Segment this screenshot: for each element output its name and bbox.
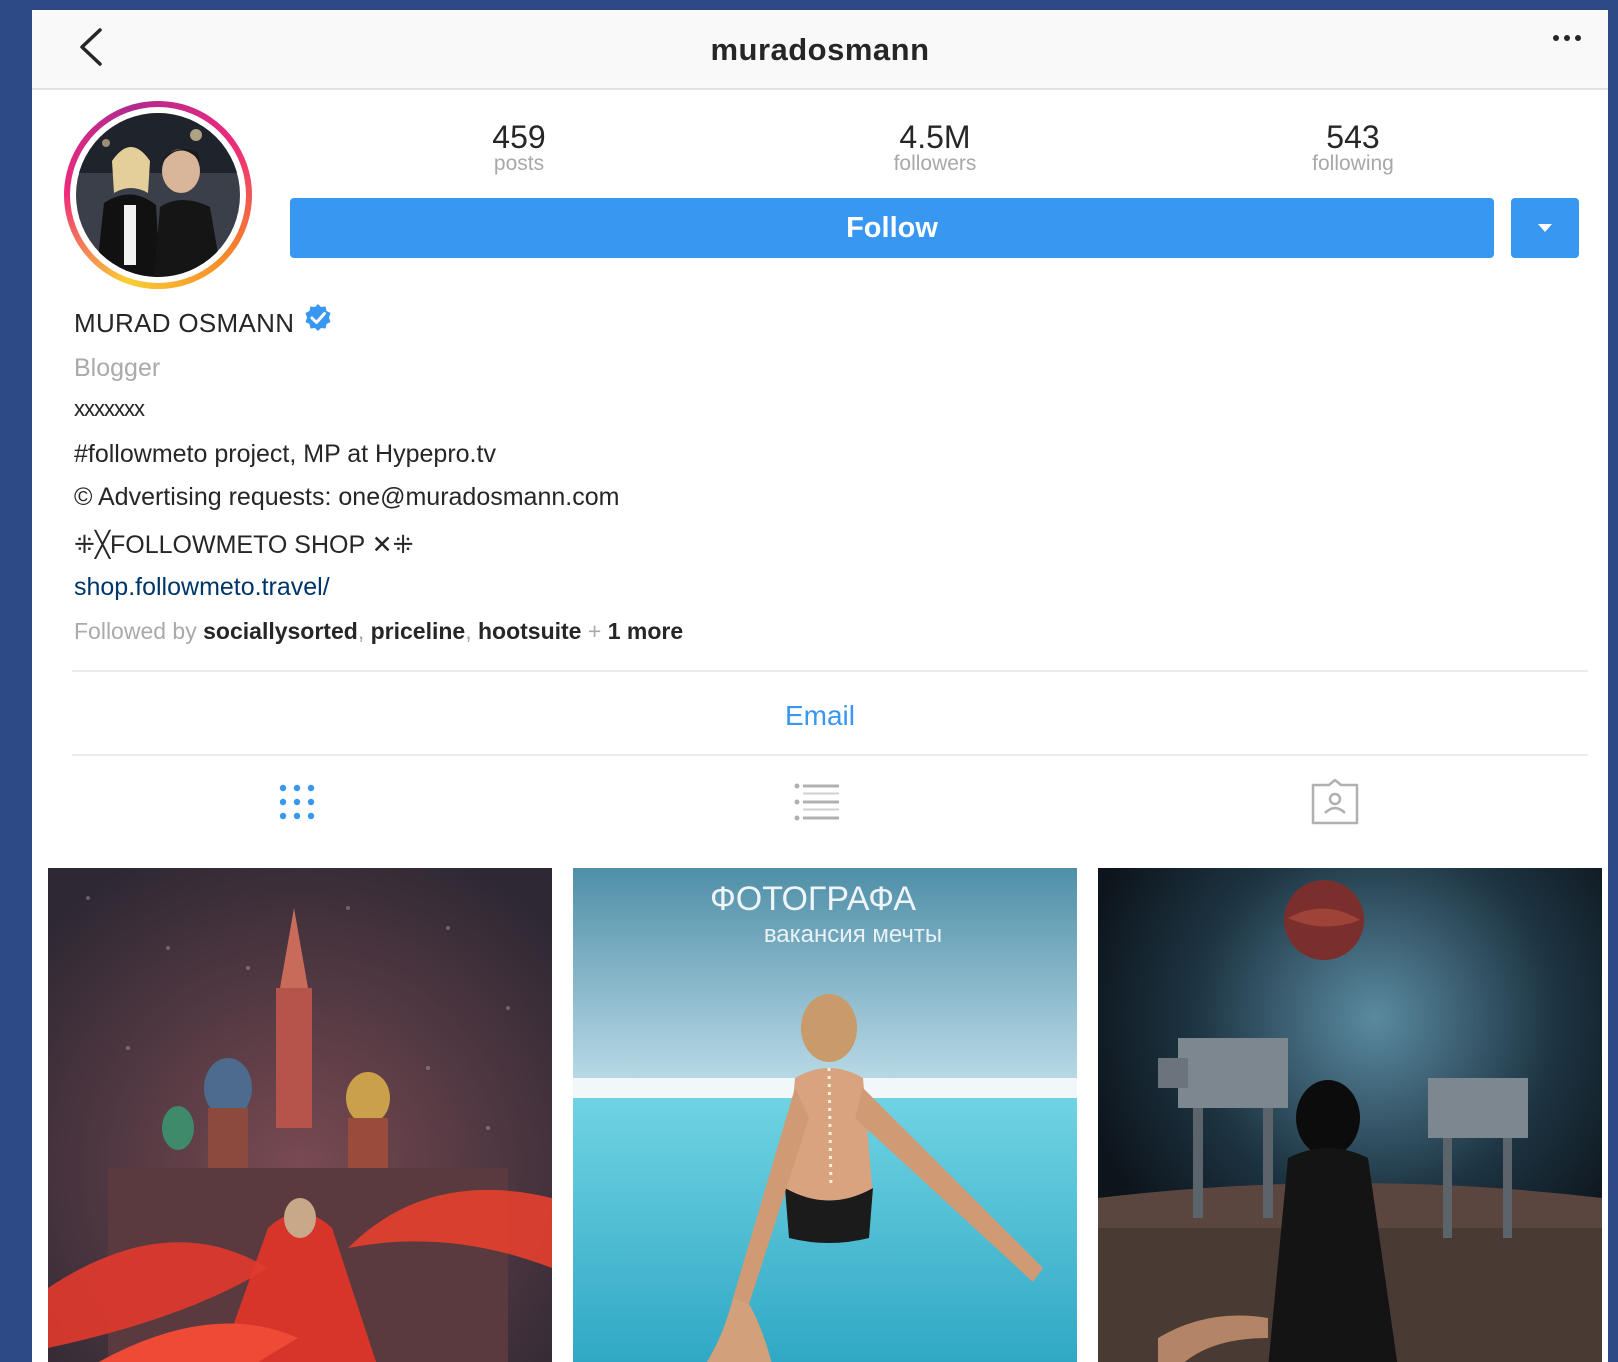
- bio-line: #followmeto project, MP at Hypepro.tv: [74, 440, 496, 468]
- page-title: muradosmann: [710, 32, 930, 67]
- follower-link[interactable]: sociallysorted: [203, 618, 358, 644]
- following-stat[interactable]: 543 following: [1253, 120, 1453, 174]
- bio-line: xxxxxxx: [74, 396, 145, 421]
- bio-line: © Advertising requests: one@muradosmann.…: [74, 483, 620, 511]
- following-label: following: [1312, 152, 1394, 175]
- tagged-user-icon: [1311, 779, 1359, 825]
- list-icon: [794, 783, 839, 821]
- bio-line: ⁜╳FOLLOWMETO SHOP ✕⁜: [74, 531, 414, 559]
- divider: [72, 670, 1588, 672]
- post-thumbnail[interactable]: ФОТОГРАФА вакансия мечты: [573, 868, 1077, 1362]
- website-link[interactable]: shop.followmeto.travel/: [74, 573, 330, 602]
- tab-tagged[interactable]: [1305, 772, 1365, 832]
- post-overlay-subtitle: вакансия мечты: [764, 921, 942, 948]
- category-label: Blogger: [74, 354, 161, 382]
- post-thumbnail[interactable]: [48, 868, 552, 1362]
- more-options-button[interactable]: [1548, 26, 1588, 56]
- post-image-pool: ФОТОГРАФА вакансия мечты: [573, 868, 1077, 1362]
- follow-button[interactable]: Follow: [290, 198, 1494, 258]
- posts-label: posts: [493, 152, 545, 175]
- followed-by: Followed by sociallysorted, priceline, h…: [74, 618, 684, 644]
- profile-screen: muradosmann 459 posts 4.5M followers 543…: [32, 10, 1608, 1362]
- follower-link[interactable]: hootsuite: [478, 618, 582, 644]
- post-image-moscow: [48, 868, 552, 1362]
- tab-grid[interactable]: [267, 772, 327, 832]
- more-followers-link[interactable]: 1 more: [608, 618, 683, 644]
- post-thumbnail[interactable]: [1098, 868, 1602, 1362]
- followers-count: 4.5M: [899, 119, 971, 155]
- avatar-photo: [76, 113, 240, 277]
- followed-by-prefix: Followed by: [74, 618, 197, 644]
- top-bar: muradosmann: [32, 10, 1608, 90]
- avatar[interactable]: [64, 101, 252, 289]
- posts-stat[interactable]: 459 posts: [419, 120, 619, 174]
- post-overlay-title: ФОТОГРАФА: [710, 880, 916, 918]
- email-button[interactable]: Email: [32, 700, 1608, 732]
- grid-icon: [279, 784, 315, 820]
- posts-count: 459: [492, 119, 546, 155]
- ellipsis-icon: [1553, 35, 1581, 41]
- followers-label: followers: [893, 152, 977, 175]
- divider: [72, 754, 1588, 756]
- full-name: MURAD OSMANN: [74, 308, 295, 338]
- follower-link[interactable]: priceline: [371, 618, 466, 644]
- verified-badge-icon: [305, 304, 331, 331]
- tab-list[interactable]: [787, 772, 847, 832]
- post-image-desert: [1098, 868, 1602, 1362]
- following-count: 543: [1326, 119, 1380, 155]
- suggested-dropdown-button[interactable]: [1511, 198, 1579, 258]
- caret-down-icon: [1538, 224, 1552, 232]
- followers-stat[interactable]: 4.5M followers: [835, 120, 1035, 174]
